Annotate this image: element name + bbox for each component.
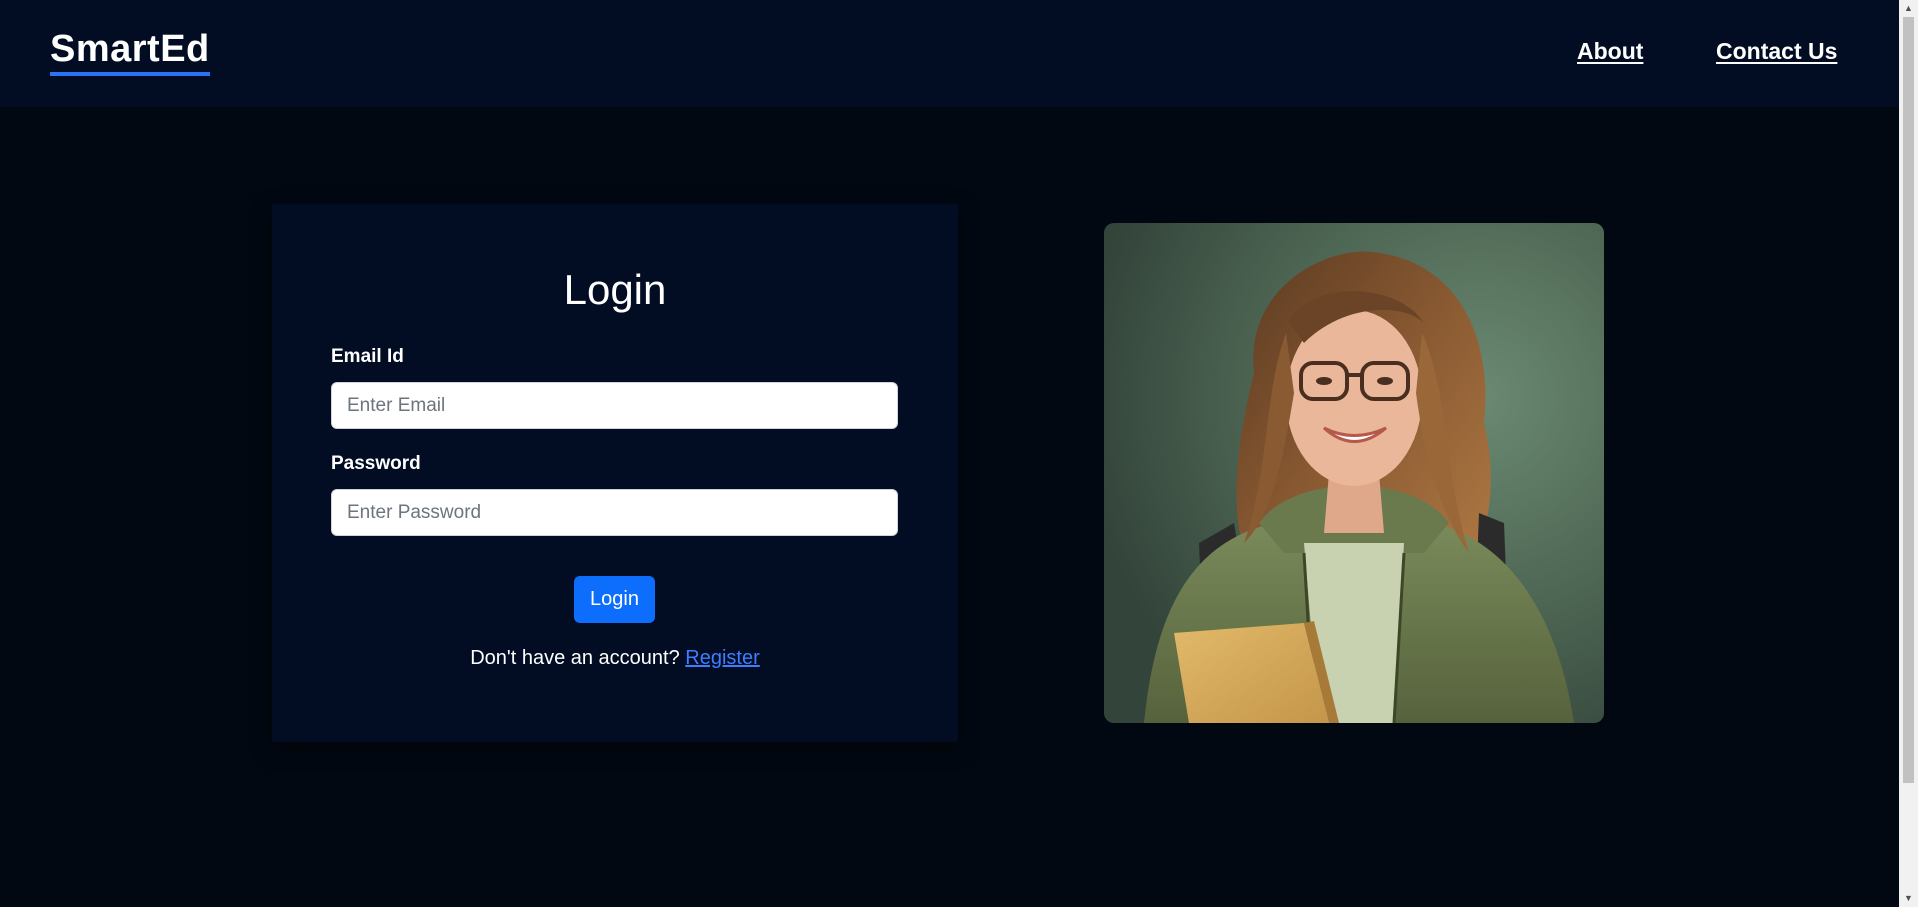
email-input[interactable] <box>331 382 898 429</box>
scroll-down-arrow-icon[interactable]: ▼ <box>1899 890 1918 907</box>
navbar: SmartEd About Contact Us <box>0 0 1899 107</box>
login-button[interactable]: Login <box>574 576 655 623</box>
nav-link-about[interactable]: About <box>1577 38 1643 65</box>
login-card: Login Email Id Password Login Don't have… <box>272 204 958 742</box>
login-title: Login <box>563 266 667 313</box>
scrollbar-thumb[interactable] <box>1903 17 1914 783</box>
brand-logo[interactable]: SmartEd <box>50 26 210 76</box>
password-label: Password <box>331 453 421 474</box>
password-input[interactable] <box>331 489 898 536</box>
vertical-scrollbar[interactable]: ▲ ▼ <box>1899 0 1918 907</box>
page: SmartEd About Contact Us Login Email Id … <box>0 0 1918 907</box>
scroll-up-arrow-icon[interactable]: ▲ <box>1899 0 1918 17</box>
register-prompt-row: Don't have an account? Register <box>272 647 958 670</box>
nav-link-contact-us[interactable]: Contact Us <box>1716 38 1837 65</box>
email-label: Email Id <box>331 346 404 367</box>
student-photo <box>1104 223 1604 723</box>
register-prompt-text: Don't have an account? <box>470 647 680 669</box>
register-link[interactable]: Register <box>685 647 759 669</box>
